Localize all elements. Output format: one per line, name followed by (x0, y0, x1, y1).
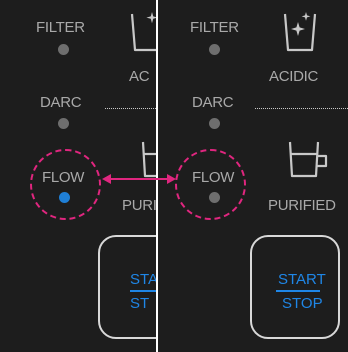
comparison-stage: FILTER AC DARC PURI FLOW STA ST FILTER A… (0, 0, 348, 352)
comparison-arrow (102, 174, 176, 184)
